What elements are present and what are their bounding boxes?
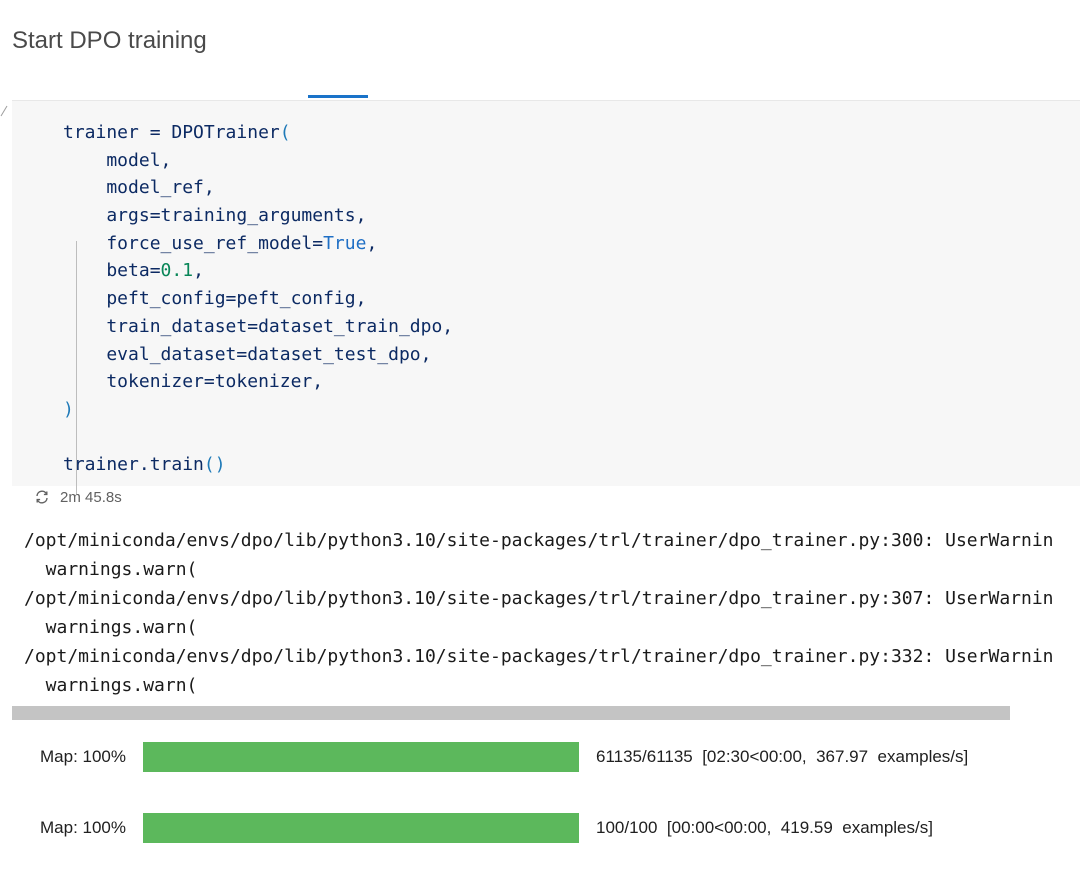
code-line: train_dataset=dataset_train_dpo, — [63, 313, 453, 341]
code-line: ) — [63, 396, 453, 424]
code-token: trainer.train — [63, 454, 204, 476]
code-token: True — [323, 232, 367, 254]
code-line: args=training_arguments, — [63, 202, 453, 230]
code-cell[interactable]: trainer = DPOTrainer( model, model_ref, … — [12, 100, 1080, 494]
progress-fill — [143, 813, 579, 843]
code-line: peft_config=peft_config, — [63, 285, 453, 313]
code-line: eval_dataset=dataset_test_dpo, — [63, 341, 453, 369]
execution-status: 2m 45.8s — [34, 486, 122, 508]
progress-fill — [143, 742, 579, 772]
code-token: () — [203, 454, 226, 476]
code-line: model_ref, — [63, 174, 453, 202]
code-token: peft_config=peft_config, — [63, 288, 367, 310]
code-token: 0.1 — [160, 260, 194, 282]
code-line: trainer = DPOTrainer( — [63, 119, 453, 147]
cell-collapse-mark[interactable] — [0, 104, 8, 118]
output-line: warnings.warn( — [24, 617, 198, 638]
code-line: beta=0.1, — [63, 257, 453, 285]
code-token: model_ref, — [63, 177, 215, 199]
progress-label: Map: 100% — [40, 818, 126, 837]
output-line: warnings.warn( — [24, 559, 198, 580]
progress-stats: 61135/61135 [02:30<00:00, 367.97 example… — [596, 747, 969, 766]
code-token: tokenizer=tokenizer, — [63, 371, 324, 393]
output-line: warnings.warn( — [24, 675, 198, 696]
progress-label: Map: 100% — [40, 747, 126, 766]
code-token: model, — [63, 149, 172, 171]
progress-row: Map: 100% 61135/61135 [02:30<00:00, 367.9… — [0, 742, 1080, 772]
progress-track — [143, 742, 579, 772]
execution-duration: 2m 45.8s — [60, 488, 122, 506]
code-token: force_use_ref_model= — [63, 232, 324, 254]
cell-output: /opt/miniconda/envs/dpo/lib/python3.10/s… — [24, 526, 1080, 700]
code-token: ) — [63, 398, 74, 420]
code-token: beta= — [63, 260, 161, 282]
output-line: /opt/miniconda/envs/dpo/lib/python3.10/s… — [24, 646, 1054, 667]
code-token: args=training_arguments, — [63, 205, 367, 227]
progress-row: Map: 100% 100/100 [00:00<00:00, 419.59 ex… — [0, 813, 1080, 843]
progress-stats: 100/100 [00:00<00:00, 419.59 examples/s] — [596, 818, 933, 837]
code-token: trainer = DPOTrainer — [63, 122, 280, 143]
output-line: /opt/miniconda/envs/dpo/lib/python3.10/s… — [24, 530, 1054, 551]
output-line: /opt/miniconda/envs/dpo/lib/python3.10/s… — [24, 588, 1054, 609]
code-token: , — [366, 232, 378, 254]
markdown-heading: Start DPO training — [12, 27, 207, 54]
code-line: tokenizer=tokenizer, — [63, 368, 453, 396]
code-editor[interactable]: trainer = DPOTrainer( model, model_ref, … — [63, 119, 453, 479]
code-line: trainer.train() — [63, 451, 453, 479]
progress-track — [143, 813, 579, 843]
output-scrollbar[interactable] — [12, 706, 1010, 720]
code-line: model, — [63, 147, 453, 175]
active-tab-indicator — [308, 95, 368, 98]
code-token: , — [193, 260, 204, 282]
refresh-icon — [36, 490, 48, 504]
code-token: train_dataset=dataset_train_dpo, — [63, 315, 454, 337]
code-line: force_use_ref_model=True, — [63, 230, 453, 258]
code-token: ( — [279, 122, 291, 143]
code-token: eval_dataset=dataset_test_dpo, — [63, 343, 432, 365]
